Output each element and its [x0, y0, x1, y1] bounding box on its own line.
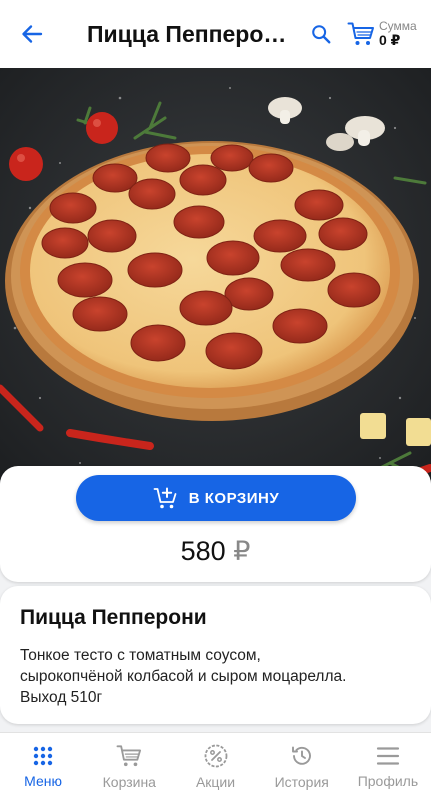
app-bar: Пицца Пепперо… Сумма 0 ₽ [0, 0, 431, 68]
tab-history[interactable]: История [259, 733, 345, 800]
description-line: Выход 510г [20, 688, 103, 706]
menu-icon [376, 746, 400, 765]
history-icon [291, 746, 311, 765]
tab-label: Акции [195, 773, 236, 790]
percent-badge-icon [204, 744, 227, 767]
add-to-cart-icon [153, 487, 177, 509]
cart-icon [347, 22, 374, 45]
page-title: Пицца Пепперо… [87, 20, 287, 47]
tab-label: Профиль [357, 772, 419, 789]
tab-label: Меню [24, 772, 63, 789]
price-currency: ₽ [233, 536, 251, 566]
arrow-left-icon [22, 25, 43, 43]
tab-cart[interactable]: Корзина [86, 733, 172, 800]
search-button[interactable] [299, 0, 343, 68]
cart-sum-caption: Сумма [379, 18, 417, 33]
price-value: 580 [180, 536, 226, 566]
search-icon [312, 25, 331, 44]
tab-profile[interactable]: Профиль [345, 733, 431, 800]
tab-label: Корзина [102, 773, 156, 790]
description-line: сырокопчёной колбасой и сыром моцарелла. [20, 667, 347, 685]
grid-dots-icon [33, 746, 53, 765]
cart-summary-button[interactable]: Сумма 0 ₽ [347, 0, 431, 68]
product-description: Тонкое тесто с томатным соусом, сырокопч… [20, 646, 411, 709]
cart-icon [116, 744, 142, 766]
bottom-tab-bar: Меню Корзина Акции История Профиль [0, 732, 431, 800]
add-to-cart-label: В КОРЗИНУ [188, 489, 280, 507]
tab-promotions[interactable]: Акции [172, 733, 258, 800]
cart-sum-value: 0 ₽ [379, 31, 401, 48]
add-to-cart-button[interactable]: В КОРЗИНУ [76, 475, 356, 521]
product-price: 580 ₽ [0, 536, 431, 567]
tab-menu[interactable]: Меню [0, 733, 86, 800]
product-description-card: Пицца Пепперони Тонкое тесто с томатным … [0, 586, 431, 724]
back-button[interactable] [0, 0, 64, 68]
tab-label: История [274, 773, 329, 790]
description-line: Тонкое тесто с томатным соусом, [20, 647, 261, 664]
product-image [0, 68, 431, 498]
product-name: Пицца Пепперони [20, 606, 207, 629]
